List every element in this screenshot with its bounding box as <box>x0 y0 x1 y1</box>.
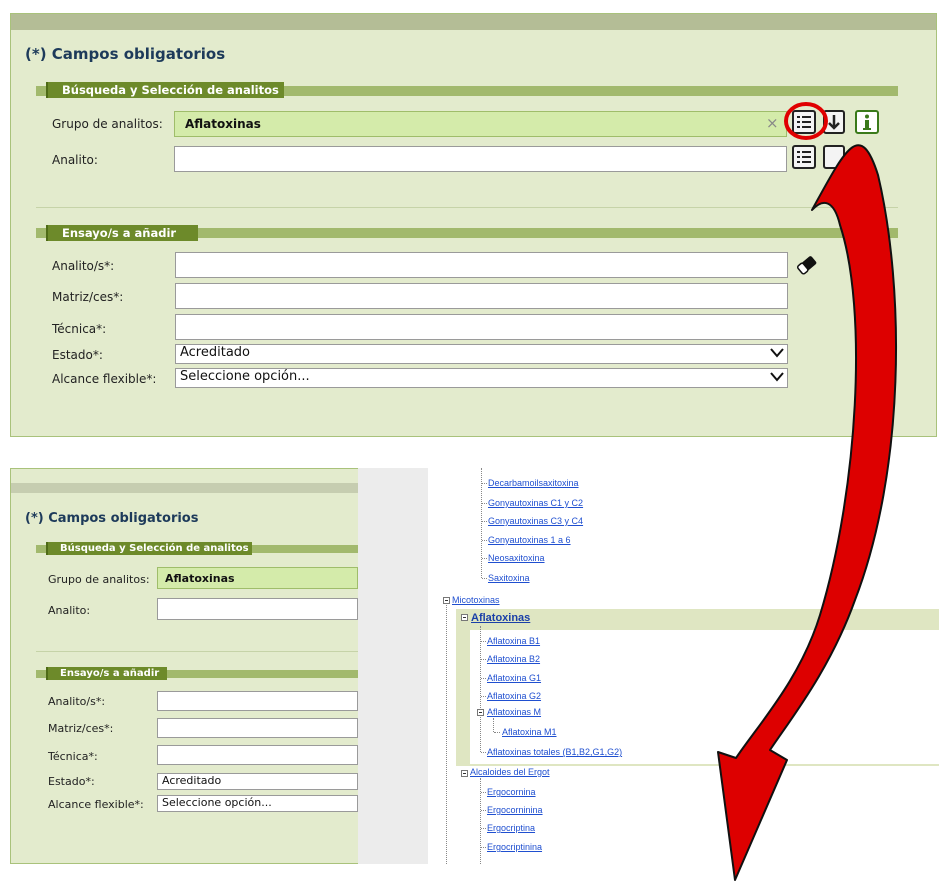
curved-arrow <box>717 144 898 881</box>
